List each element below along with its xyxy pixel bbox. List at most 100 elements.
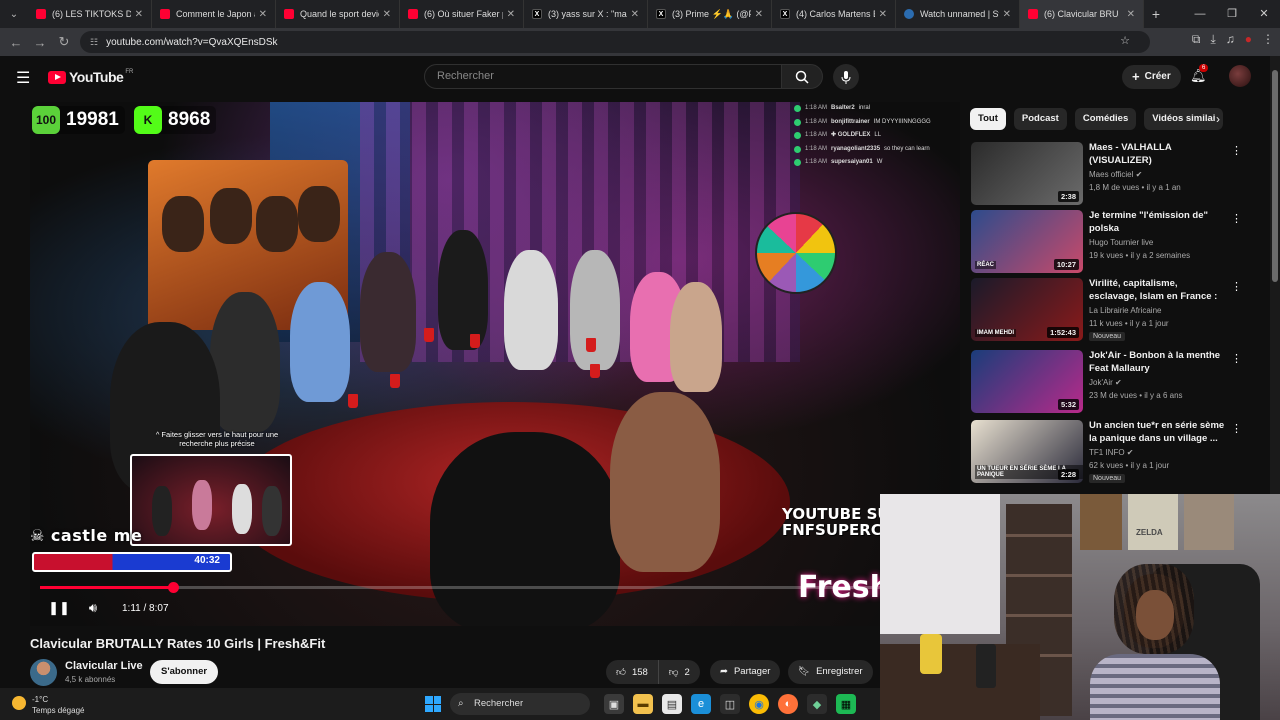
forward-icon[interactable]: → <box>28 35 52 50</box>
channel-name[interactable]: TF1 INFO ✔ <box>1089 448 1134 457</box>
video-title[interactable]: Un ancien tue*r en série sème la panique… <box>1089 420 1227 445</box>
like-button[interactable]: 👍︎ 158 <box>606 660 659 684</box>
minimize-icon[interactable]: — <box>1184 0 1216 28</box>
game-app-icon[interactable]: ▦ <box>836 694 856 714</box>
browser-menu-icon[interactable]: ⋮ <box>1262 32 1274 47</box>
taskbar-search[interactable]: ⌕ Rechercher <box>450 693 590 715</box>
kick-score-counter: K 8968 <box>134 106 217 134</box>
more-options-icon[interactable]: ⋮ <box>1231 352 1242 365</box>
recommended-video[interactable]: RÉAC 10:27 Je termine "l'émission de" pols… <box>971 210 1251 274</box>
recommended-video[interactable]: 5:32 Jok'Air - Bonbon à la menthe Feat Ma… <box>971 350 1251 414</box>
close-tab-icon[interactable]: ✕ <box>879 9 887 20</box>
recommended-video[interactable]: IMAM MEHDI 1:52:43 Virilité, capitalisme, … <box>971 278 1251 342</box>
site-info-icon[interactable]: ☷ <box>90 37 98 48</box>
channel-name[interactable]: Clavicular Live <box>65 660 143 672</box>
windows-start-icon[interactable] <box>425 696 441 712</box>
channel-name[interactable]: La Librairie Africaine <box>1089 306 1161 315</box>
tab-title: (6) Où situer Faker pa <box>424 9 503 19</box>
close-tab-icon[interactable]: ✕ <box>1127 9 1135 20</box>
more-options-icon[interactable]: ⋮ <box>1231 144 1242 157</box>
browser-tab[interactable]: Comment le Japon a ✕ <box>152 0 276 28</box>
account-avatar[interactable] <box>1229 65 1251 87</box>
browser-tab[interactable]: (6) Clavicular BRU ✕ <box>1020 0 1144 28</box>
recommended-video[interactable]: 2:38 Maes - VALHALLA (VISUALIZER) Maes off… <box>971 142 1251 206</box>
video-thumbnail[interactable]: IMAM MEHDI 1:52:43 <box>971 278 1083 341</box>
chevron-right-icon[interactable]: › <box>1216 112 1220 126</box>
video-player[interactable]: 100 19981 K 8968 1:18 AM Bsalter2 inral 1:1… <box>30 102 960 626</box>
browser-tab[interactable]: X (3) Prime ⚡🙏 (@Pr ✕ <box>648 0 772 28</box>
notifications-button[interactable]: 🔔︎ 6 <box>1190 64 1209 84</box>
video-thumbnail[interactable]: UN TUEUR EN SÉRIE SÈME LA PANIQUE 2:28 <box>971 420 1083 483</box>
video-thumbnail[interactable]: 2:38 <box>971 142 1083 205</box>
browser-tab[interactable]: (6) Où situer Faker pa ✕ <box>400 0 524 28</box>
close-tab-icon[interactable]: ✕ <box>1003 9 1011 20</box>
firefox-icon[interactable]: ◐ <box>778 694 798 714</box>
close-window-icon[interactable]: ✕ <box>1248 0 1280 28</box>
notepad-icon[interactable]: ▤ <box>662 694 682 714</box>
video-title[interactable]: Jok'Air - Bonbon à la menthe Feat Mallau… <box>1089 350 1227 375</box>
search-input[interactable]: Rechercher <box>424 64 782 89</box>
recommended-video[interactable]: UN TUEUR EN SÉRIE SÈME LA PANIQUE 2:28 Un … <box>971 420 1251 484</box>
video-thumbnail[interactable]: RÉAC 10:27 <box>971 210 1083 273</box>
scrollbar-thumb[interactable] <box>1272 70 1278 282</box>
more-options-icon[interactable]: ⋮ <box>1231 280 1242 293</box>
video-title[interactable]: Je termine "l'émission de" polska <box>1089 210 1227 235</box>
video-title[interactable]: Maes - VALHALLA (VISUALIZER) <box>1089 142 1227 167</box>
browser-tab[interactable]: (6) LES TIKTOKS DES ✕ <box>28 0 152 28</box>
close-tab-icon[interactable]: ✕ <box>135 9 143 20</box>
filter-chip[interactable]: Podcast <box>1013 108 1067 130</box>
store-icon[interactable]: ◫ <box>720 694 740 714</box>
download-icon[interactable]: ⤓ <box>1210 32 1215 47</box>
maximize-icon[interactable]: ❐ <box>1216 0 1248 28</box>
more-options-icon[interactable]: ⋮ <box>1231 212 1242 225</box>
file-explorer-icon[interactable]: ▬ <box>633 694 653 714</box>
channel-name[interactable]: Maes officiel ✔ <box>1089 170 1142 179</box>
extensions-icon[interactable]: ⧉ <box>1192 32 1201 47</box>
tab-search-menu-icon[interactable]: ⌄ <box>0 0 28 28</box>
create-button[interactable]: + Créer <box>1122 65 1181 89</box>
new-tab-button[interactable]: + <box>1144 6 1168 22</box>
channel-name[interactable]: Hugo Tournier live <box>1089 238 1153 247</box>
browser-tab[interactable]: Watch unnamed | Str ✕ <box>896 0 1020 28</box>
back-icon[interactable]: ← <box>4 35 28 50</box>
reload-icon[interactable]: ↻ <box>52 34 76 50</box>
dislike-button[interactable]: 👎︎ 2 <box>659 660 700 684</box>
search-button[interactable] <box>781 64 823 89</box>
filter-chip[interactable]: Vidéos similai <box>1144 108 1224 130</box>
close-tab-icon[interactable]: ✕ <box>507 9 515 20</box>
profile-icon[interactable]: ● <box>1245 32 1252 47</box>
close-tab-icon[interactable]: ✕ <box>631 9 639 20</box>
task-view-icon[interactable]: ▣ <box>604 694 624 714</box>
progress-scrubber[interactable] <box>167 582 179 593</box>
page-scrollbar[interactable] <box>1270 56 1280 496</box>
close-tab-icon[interactable]: ✕ <box>259 9 267 20</box>
channel-name[interactable]: Jok'Air ✔ <box>1089 378 1122 387</box>
close-tab-icon[interactable]: ✕ <box>755 9 763 20</box>
more-options-icon[interactable]: ⋮ <box>1231 422 1242 435</box>
save-button[interactable]: 🔖︎ Enregistrer <box>788 660 873 684</box>
video-progress-bar[interactable] <box>40 582 950 593</box>
voice-search-button[interactable] <box>833 64 859 90</box>
subscribe-button[interactable]: S'abonner <box>150 660 219 684</box>
pause-button[interactable]: ❚❚ <box>42 600 76 616</box>
browser-tab[interactable]: X (4) Carlos Martens Bi ✕ <box>772 0 896 28</box>
bookmark-star-icon[interactable]: ☆ <box>1120 34 1130 47</box>
volume-icon[interactable]: 🔊︎ <box>76 600 110 616</box>
browser-tab[interactable]: Quand le sport devie ✕ <box>276 0 400 28</box>
youtube-logo[interactable]: YouTube FR <box>48 69 133 85</box>
filter-chip[interactable]: Tout <box>970 108 1006 130</box>
chrome-icon[interactable]: ◉ <box>749 694 769 714</box>
browser-tab[interactable]: X (3) yass sur X : "maev ✕ <box>524 0 648 28</box>
video-thumbnail[interactable]: 5:32 <box>971 350 1083 413</box>
channel-avatar[interactable] <box>30 659 57 686</box>
close-tab-icon[interactable]: ✕ <box>383 9 391 20</box>
filter-chip[interactable]: Comédies <box>1074 108 1137 130</box>
share-button[interactable]: ➦ Partager <box>710 660 781 684</box>
spotify-like-icon[interactable]: ◆ <box>807 694 827 714</box>
media-control-icon[interactable]: ♫ <box>1226 32 1235 47</box>
video-title[interactable]: Virilité, capitalisme, esclavage, Islam … <box>1089 278 1227 304</box>
edge-icon[interactable]: e <box>691 694 711 714</box>
address-bar[interactable]: ☷ youtube.com/watch?v=QvaXQEnsDSk <box>80 31 1150 53</box>
weather-widget[interactable]: -1°C Temps dégagé <box>12 694 84 716</box>
menu-icon[interactable]: ☰ <box>16 68 30 88</box>
